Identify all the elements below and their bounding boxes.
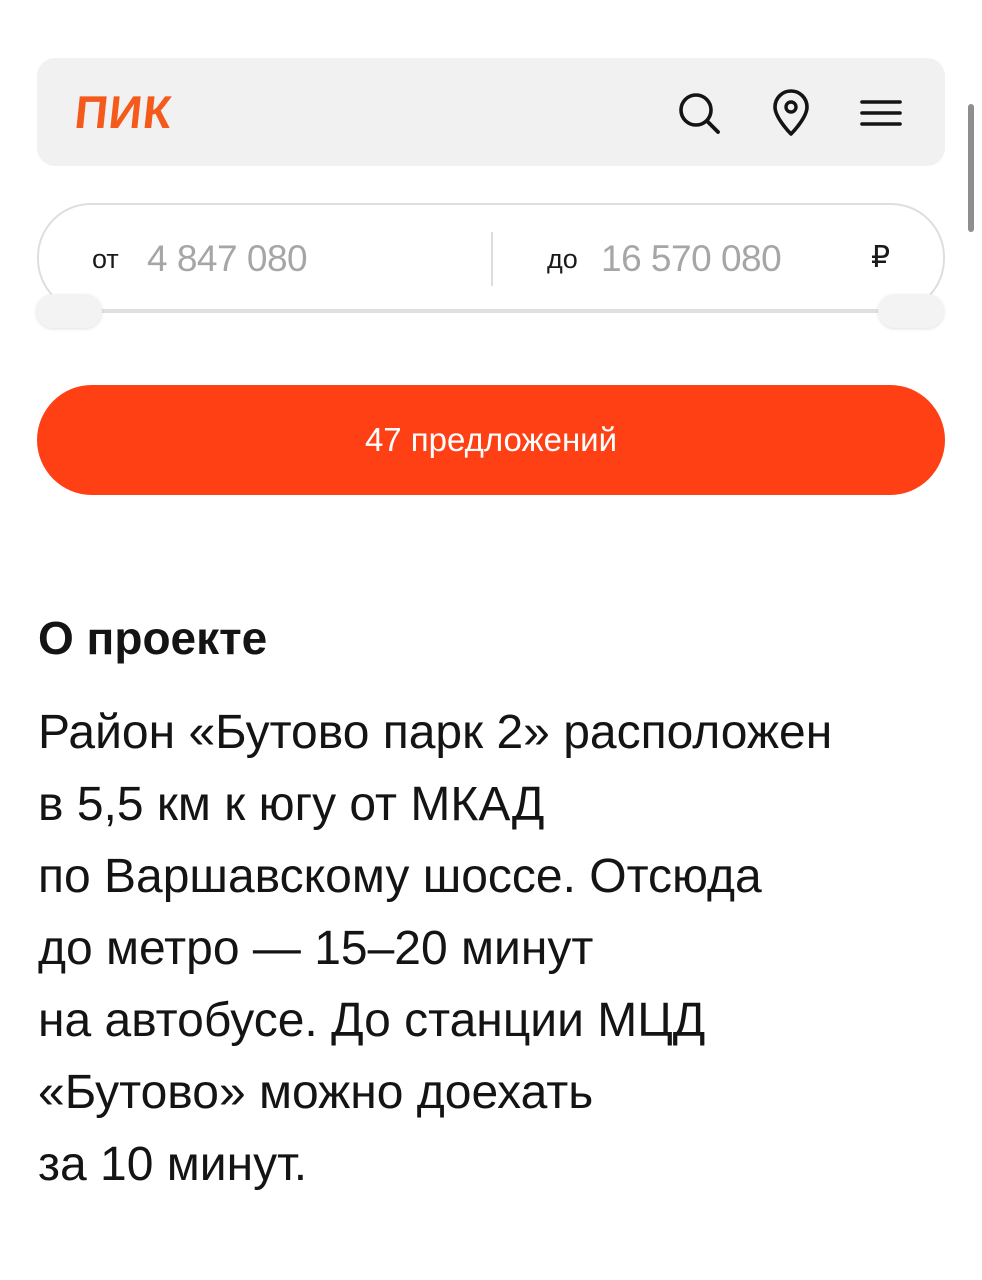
price-from-input[interactable]: 4 847 080 [147,236,308,282]
search-icon [679,93,720,134]
pik-logo[interactable]: ПИК [72,84,175,140]
description-line: до метро — 15–20 минут [38,922,594,975]
description-line: на автобусе. До станции МЦД [38,994,706,1047]
search-button[interactable] [673,87,725,139]
about-project-description: Район «Бутово парк 2» расположен в 5,5 км… [38,697,958,1201]
site-header: ПИК [37,58,945,166]
about-project-title: О проекте [38,612,268,664]
description-line: по Варшавскому шоссе. Отсюда [38,850,762,903]
show-offers-button[interactable]: 47 предложений [37,385,945,495]
price-from-label: от [92,244,119,274]
price-to-label: до [547,244,578,274]
description-line: в 5,5 км к югу от МКАД [38,778,545,831]
price-filter: от 4 847 080 до 16 570 080 ₽ [37,203,945,313]
description-line: за 10 минут. [38,1138,308,1191]
page-scrollbar[interactable] [968,104,974,232]
menu-icon [860,100,902,126]
currency-symbol: ₽ [871,241,891,274]
price-slider-min-handle[interactable] [36,294,102,328]
price-slider-track[interactable] [68,309,912,312]
location-button[interactable] [765,87,817,139]
menu-button[interactable] [855,87,907,139]
description-line: «Бутово» можно доехать [38,1066,594,1119]
description-line: Район «Бутово парк 2» расположен [38,706,833,759]
location-pin-icon [773,89,809,136]
price-divider [491,232,493,286]
price-to-input[interactable]: 16 570 080 [601,236,782,282]
price-slider-max-handle[interactable] [878,294,944,328]
